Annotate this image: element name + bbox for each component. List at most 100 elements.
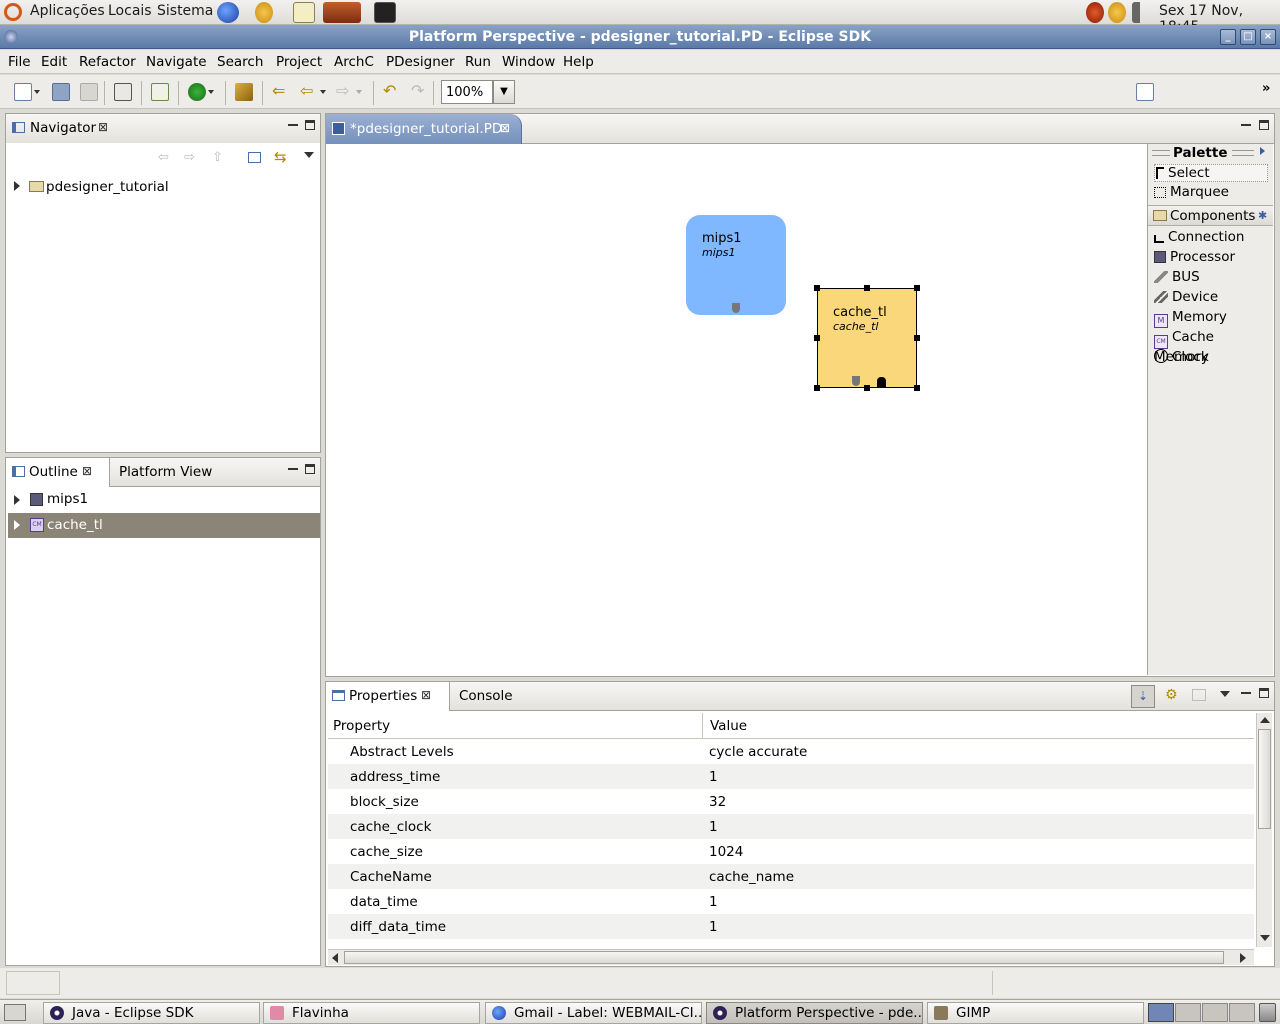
nav-back-icon[interactable]: ⇦ — [158, 150, 169, 165]
back-dropdown-icon[interactable] — [320, 90, 326, 94]
open-perspective-icon[interactable] — [1136, 83, 1154, 101]
scroll-left-icon[interactable] — [332, 953, 338, 963]
menu-help[interactable]: Help — [563, 54, 594, 70]
nav-forward-icon[interactable]: ⇨ — [184, 150, 195, 165]
taskbar-item-java-eclipse[interactable]: Java - Eclipse SDK — [43, 1002, 260, 1024]
pin-drawer-icon[interactable]: ✱ — [1258, 209, 1267, 222]
properties-hscrollbar[interactable] — [328, 949, 1254, 965]
editor-tab-pdesigner-tutorial[interactable]: *pdesigner_tutorial.PD — [350, 121, 502, 137]
build-icon[interactable] — [114, 83, 132, 101]
last-edit-icon[interactable]: ⇐ — [272, 83, 290, 101]
table-row[interactable]: diff_data_time 1 — [328, 914, 1254, 939]
close-outline-icon[interactable]: ⊠ — [82, 464, 92, 478]
palette-item-bus[interactable]: BUS — [1154, 269, 1200, 285]
table-row[interactable]: Abstract Levels cycle accurate — [328, 739, 1254, 764]
mips1-processor-node[interactable]: mips1 mips1 — [686, 215, 786, 315]
workspace-4[interactable] — [1229, 1003, 1255, 1022]
redo-icon[interactable]: ↷ — [411, 83, 429, 101]
menu-locais[interactable]: Locais — [108, 3, 152, 19]
toolbar-overflow-icon[interactable]: » — [1262, 81, 1270, 96]
expand-mips1-icon[interactable] — [14, 495, 20, 505]
palette-tool-marquee[interactable]: Marquee — [1154, 184, 1229, 200]
tree-row-cache-tl[interactable]: CM cache_tl — [8, 513, 320, 538]
terminal-launcher-icon[interactable] — [374, 2, 396, 23]
minimize-properties-icon[interactable] — [1241, 692, 1251, 694]
navigator-view-menu-icon[interactable] — [304, 152, 314, 158]
minimize-outline-icon[interactable] — [288, 468, 298, 470]
expand-cache-tl-icon[interactable] — [14, 520, 20, 530]
cache-tl-memory-node[interactable]: cache_tl cache_tl — [817, 288, 917, 388]
navigator-tab[interactable]: Navigator — [30, 120, 96, 136]
palette-item-device[interactable]: Device — [1154, 289, 1218, 305]
menu-aplicacoes[interactable]: Aplicações — [30, 3, 105, 19]
maximize-navigator-icon[interactable] — [305, 120, 315, 130]
table-row[interactable]: data_time 1 — [328, 889, 1254, 914]
palette-item-connection[interactable]: Connection — [1154, 229, 1244, 245]
minimize-editor-icon[interactable] — [1241, 124, 1251, 126]
trash-icon[interactable] — [1259, 1003, 1276, 1022]
show-categories-icon[interactable]: ⇣ — [1131, 685, 1155, 708]
show-desktop-icon[interactable] — [4, 1004, 26, 1021]
show-advanced-icon[interactable]: ⚙ — [1165, 687, 1178, 703]
workspace-3[interactable] — [1202, 1003, 1228, 1022]
tree-row-mips1[interactable]: mips1 — [8, 488, 320, 512]
properties-tab[interactable]: Properties — [349, 688, 417, 704]
firefox-launcher-icon[interactable] — [217, 2, 239, 23]
resize-handle-nw[interactable] — [814, 285, 820, 291]
resize-handle-se[interactable] — [914, 385, 920, 391]
platform-view-tab[interactable]: Platform View — [119, 464, 212, 480]
print-icon[interactable] — [80, 83, 98, 101]
mips1-port-icon[interactable] — [732, 303, 740, 313]
messenger-launcher-icon[interactable] — [255, 2, 273, 23]
window-title-bar[interactable]: Platform Perspective - pdesigner_tutoria… — [0, 25, 1280, 49]
messenger-status-icon[interactable] — [1108, 2, 1126, 23]
save-icon[interactable] — [52, 83, 70, 101]
menu-run[interactable]: Run — [465, 54, 491, 70]
run-icon[interactable] — [188, 83, 206, 101]
resize-handle-n[interactable] — [864, 285, 870, 291]
undo-icon[interactable]: ↶ — [383, 83, 401, 101]
new-icon[interactable] — [14, 83, 32, 101]
menu-navigate[interactable]: Navigate — [146, 54, 207, 70]
menu-pdesigner[interactable]: PDesigner — [386, 54, 455, 70]
palette-tool-select[interactable]: Select — [1154, 164, 1268, 182]
back-icon[interactable]: ⇦ — [300, 83, 318, 101]
column-header-property[interactable]: Property — [333, 718, 390, 734]
new-dropdown-icon[interactable] — [34, 90, 40, 94]
ubuntu-logo-icon[interactable] — [4, 3, 22, 21]
nav-up-icon[interactable]: ⇧ — [212, 150, 223, 165]
collapse-all-icon[interactable] — [248, 152, 261, 163]
scroll-right-icon[interactable] — [1240, 953, 1246, 963]
link-editor-icon[interactable]: ⇆ — [274, 148, 287, 166]
maximize-window-button[interactable]: □ — [1240, 29, 1256, 45]
palette-item-processor[interactable]: Processor — [1154, 249, 1235, 265]
run-dropdown-icon[interactable] — [208, 90, 214, 94]
menu-file[interactable]: File — [8, 54, 31, 70]
palette-item-memory[interactable]: M Memory — [1154, 309, 1227, 328]
tree-item-pdesigner-tutorial[interactable]: pdesigner_tutorial — [46, 179, 169, 195]
table-row[interactable]: cache_clock 1 — [328, 814, 1254, 839]
palette-drawer-components[interactable]: Components ✱ — [1148, 205, 1273, 226]
resize-handle-e[interactable] — [914, 335, 920, 341]
taskbar-item-gimp[interactable]: GIMP — [927, 1002, 1144, 1024]
resize-handle-w[interactable] — [814, 335, 820, 341]
palette-collapse-icon[interactable] — [1260, 147, 1265, 155]
zoom-combo[interactable]: 100% — [441, 80, 493, 104]
pin-icon[interactable] — [235, 83, 253, 101]
resize-handle-sw[interactable] — [814, 385, 820, 391]
console-tab[interactable]: Console — [459, 688, 513, 704]
expand-pdesigner-tutorial-icon[interactable] — [14, 181, 20, 191]
close-properties-icon[interactable]: ⊠ — [421, 688, 431, 702]
forward-dropdown-icon[interactable] — [356, 90, 362, 94]
menu-archc[interactable]: ArchC — [334, 54, 374, 70]
scroll-up-icon[interactable] — [1260, 717, 1270, 723]
menu-window[interactable]: Window — [502, 54, 555, 70]
maximize-outline-icon[interactable] — [305, 464, 315, 474]
taskbar-item-flavinha[interactable]: Flavinha — [263, 1002, 480, 1024]
close-editor-tab-icon[interactable]: ⊠ — [500, 121, 510, 135]
volume-icon[interactable] — [1132, 2, 1152, 23]
cache-tl-port-out-icon[interactable] — [877, 377, 886, 387]
outline-tab[interactable]: Outline — [29, 464, 78, 480]
new-wizard-icon[interactable] — [151, 83, 169, 101]
menu-sistema[interactable]: Sistema — [157, 3, 213, 19]
